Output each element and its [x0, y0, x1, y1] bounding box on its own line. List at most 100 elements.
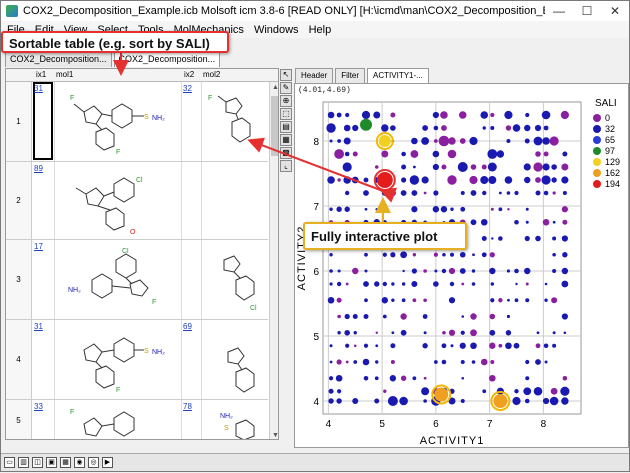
highlighted-point — [493, 394, 508, 408]
scatter-point — [423, 376, 427, 380]
column-header-ix2[interactable]: ix2 — [184, 70, 194, 79]
scatter-point — [551, 164, 557, 170]
scatter-point — [552, 252, 556, 257]
table-row[interactable]: 1 31 32 F S NH₂ F F — [6, 82, 268, 162]
nh2-label: NH₂ — [68, 287, 81, 294]
scatter-point — [505, 125, 512, 131]
column-header-mol1[interactable]: mol1 — [56, 70, 73, 79]
x-axis-label: ACTIVITY1 — [420, 435, 485, 447]
scatter-point — [448, 297, 456, 304]
molecule-structure — [227, 347, 255, 393]
scatter-point — [561, 280, 569, 288]
maximize-button[interactable]: ☐ — [573, 1, 601, 21]
tab-filter[interactable]: Filter — [335, 68, 366, 83]
scroll-up-icon[interactable]: ▲ — [270, 82, 278, 93]
scatter-point — [434, 269, 438, 273]
scatter-point — [423, 399, 427, 403]
filter-tool-icon[interactable]: ▤ — [280, 121, 292, 133]
scatter-point — [552, 331, 556, 335]
scroll-thumb[interactable] — [271, 96, 278, 156]
table-row[interactable]: 4 31 69 S NH₂ F — [6, 320, 268, 400]
scatter-point — [400, 190, 407, 196]
ix1-link[interactable]: 17 — [34, 242, 43, 251]
scatter-point — [433, 281, 439, 287]
row-number: 1 — [6, 82, 32, 161]
scatter-point — [534, 124, 542, 132]
column-header-mol2[interactable]: mol2 — [203, 70, 220, 79]
arrow-tool-icon[interactable]: ↖ — [280, 69, 292, 81]
scatter-point — [450, 344, 454, 348]
table-row[interactable]: 5 33 78 F NH₂ S — [6, 400, 268, 439]
movie-icon[interactable]: ▶ — [102, 457, 113, 468]
scatter-point — [489, 342, 496, 349]
chart-tool-icon[interactable]: ⌞ — [280, 160, 292, 172]
table-scrollbar[interactable]: ▲ ▼ — [269, 82, 278, 439]
plot-panel[interactable]: (4.01,4.69) 4 5 6 7 8 4 5 6 7 8 ACTIVITY1 ACTIVITY2… — [294, 83, 629, 448]
legend-label: 97 — [605, 146, 615, 156]
scatter-point — [381, 297, 389, 304]
scatter-point — [402, 269, 405, 273]
scatter-point — [447, 175, 457, 185]
minimize-button[interactable]: — — [545, 1, 573, 21]
scatter-point — [401, 282, 406, 286]
scatter-point — [512, 124, 521, 132]
scatter-point — [542, 163, 550, 171]
scatter-point — [337, 389, 342, 394]
ix1-link[interactable]: 31 — [34, 322, 43, 331]
camera-icon[interactable]: ◉ — [74, 457, 85, 468]
tab-header[interactable]: Header — [295, 68, 334, 83]
layout-icon[interactable]: ▣ — [46, 457, 57, 468]
table-row[interactable]: 2 89 Cl O — [6, 162, 268, 240]
scatter-point — [524, 235, 530, 242]
scatter-point — [515, 282, 518, 286]
table-row[interactable]: 3 17 Cl NH₂ F Cl — [6, 240, 268, 320]
scatter-point — [329, 344, 333, 348]
scatter-point — [345, 343, 350, 348]
ix2-link[interactable]: 69 — [183, 322, 192, 331]
scatter-point — [329, 282, 333, 286]
ix1-link[interactable]: 33 — [34, 402, 43, 411]
scatter-point — [561, 163, 569, 171]
tab-activity-plot[interactable]: ACTIVITY1-... — [367, 68, 429, 83]
scatter-point — [374, 281, 380, 287]
column-header-ix1[interactable]: ix1 — [36, 70, 46, 79]
scatter-point — [535, 235, 541, 242]
scatter-chart[interactable]: 4 5 6 7 845678ACTIVITY1ACTIVITY2SALI03265971… — [295, 84, 630, 449]
scatter-point — [336, 359, 342, 365]
pen-tool-icon[interactable]: ✎ — [280, 82, 292, 94]
scatter-point — [345, 360, 349, 364]
ix1-link[interactable]: 31 — [34, 84, 43, 93]
scatter-point — [343, 176, 351, 184]
scatter-point — [542, 397, 550, 405]
ix1-link[interactable]: 89 — [34, 164, 43, 173]
scatter-point — [363, 314, 369, 319]
doc-tab-2[interactable]: COX2_Decomposition... — [113, 51, 221, 67]
workspace-icon[interactable]: ▥ — [18, 457, 29, 468]
scatter-point — [480, 218, 488, 226]
scatter-point — [381, 124, 389, 132]
scatter-point — [541, 110, 551, 120]
doc-tab-1[interactable]: COX2_Decomposition... — [5, 51, 112, 67]
color-tool-icon[interactable]: ▦ — [280, 134, 292, 146]
ix2-link[interactable]: 32 — [183, 84, 192, 93]
scatter-point — [459, 138, 466, 144]
plot-toolstrip: ↖ ✎ ⊕ ⬚ ▤ ▦ ▩ ⌞ — [279, 68, 293, 188]
table-icon[interactable]: ▦ — [60, 457, 71, 468]
menu-windows[interactable]: Windows — [254, 24, 299, 36]
eye-icon[interactable]: ◎ — [88, 457, 99, 468]
close-button[interactable]: ✕ — [601, 1, 629, 21]
scatter-point — [469, 136, 478, 146]
console-icon[interactable]: ▭ — [4, 457, 15, 468]
select-tool-icon[interactable]: ⬚ — [280, 108, 292, 120]
scatter-point — [469, 175, 478, 185]
ix2-link[interactable]: 78 — [183, 402, 192, 411]
menu-help[interactable]: Help — [309, 24, 332, 36]
grid-tool-icon[interactable]: ▩ — [280, 147, 292, 159]
scatter-point — [448, 329, 456, 336]
scroll-down-icon[interactable]: ▼ — [270, 430, 278, 439]
scatter-point — [506, 191, 511, 195]
scatter-point — [498, 207, 503, 212]
zoom-tool-icon[interactable]: ⊕ — [280, 95, 292, 107]
scatter-point — [328, 376, 334, 381]
display-icon[interactable]: ◫ — [32, 457, 43, 468]
